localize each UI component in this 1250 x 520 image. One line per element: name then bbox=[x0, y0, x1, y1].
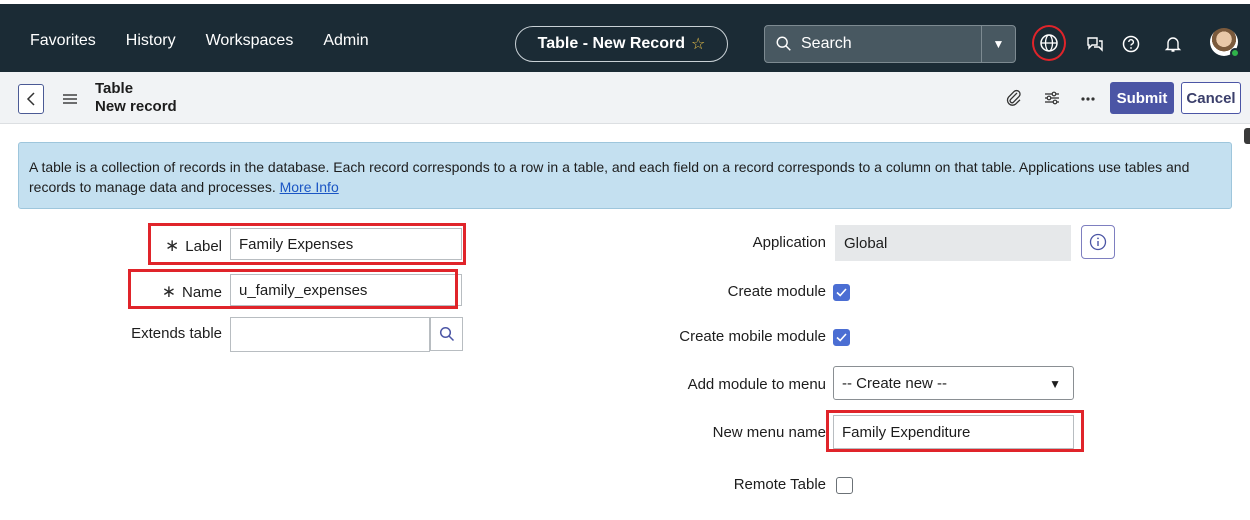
add-module-selected-value: -- Create new -- bbox=[842, 374, 948, 392]
application-label: Application bbox=[752, 234, 826, 251]
create-module-label: Create module bbox=[727, 283, 826, 300]
form-subtitle: New record bbox=[95, 98, 177, 115]
extends-table-label: Extends table bbox=[131, 325, 222, 342]
nav-links: Favorites History Workspaces Admin bbox=[30, 32, 399, 50]
search-label: Search bbox=[801, 35, 852, 52]
search-dropdown-caret-icon[interactable]: ▼ bbox=[981, 26, 1015, 62]
info-text: A table is a collection of records in th… bbox=[29, 159, 1190, 195]
chevron-left-icon bbox=[26, 92, 35, 106]
form-header-bar: Table New record Submit Cancel bbox=[0, 72, 1250, 124]
current-record-pill[interactable]: Table - New Record ☆ bbox=[515, 26, 728, 62]
back-button[interactable] bbox=[18, 84, 44, 114]
magnifier-icon bbox=[439, 326, 454, 342]
scope-globe-button[interactable] bbox=[1032, 25, 1066, 61]
info-circle-icon bbox=[1089, 233, 1107, 251]
remote-table-checkbox[interactable] bbox=[836, 477, 853, 494]
global-search[interactable]: Search ▼ bbox=[764, 25, 1016, 63]
personalize-sliders-icon[interactable] bbox=[1042, 88, 1062, 108]
record-title: Table - New Record bbox=[537, 35, 685, 52]
new-menu-name-label: New menu name bbox=[712, 424, 826, 441]
star-icon[interactable]: ☆ bbox=[691, 34, 705, 54]
form-title: Table bbox=[95, 80, 134, 97]
submit-button[interactable]: Submit bbox=[1110, 82, 1174, 114]
paperclip-attachment-icon[interactable] bbox=[1004, 88, 1024, 108]
top-navigation-bar: Favorites History Workspaces Admin Table… bbox=[0, 0, 1250, 72]
application-readonly-field: Global bbox=[835, 225, 1071, 261]
help-icon[interactable] bbox=[1121, 34, 1141, 54]
scrollbar-thumb[interactable] bbox=[1244, 128, 1250, 144]
more-info-link[interactable]: More Info bbox=[280, 179, 339, 195]
nav-admin[interactable]: Admin bbox=[323, 32, 368, 50]
checkmark-icon bbox=[836, 288, 847, 297]
hamburger-menu-icon[interactable] bbox=[62, 92, 78, 106]
nav-workspaces[interactable]: Workspaces bbox=[206, 32, 294, 50]
extends-table-lookup-button[interactable] bbox=[430, 317, 463, 351]
globe-icon bbox=[1040, 34, 1058, 52]
add-module-to-menu-label: Add module to menu bbox=[687, 376, 826, 393]
search-icon bbox=[776, 36, 791, 51]
create-mobile-module-checkbox[interactable] bbox=[833, 329, 850, 346]
remote-table-label: Remote Table bbox=[733, 476, 826, 493]
highlight-box-new-menu-name bbox=[826, 410, 1084, 452]
highlight-box-name bbox=[128, 269, 458, 309]
chat-icon[interactable] bbox=[1085, 34, 1105, 54]
nav-favorites[interactable]: Favorites bbox=[30, 32, 96, 50]
checkmark-icon bbox=[836, 333, 847, 342]
more-options-ellipsis-icon[interactable] bbox=[1078, 88, 1098, 108]
application-info-button[interactable] bbox=[1081, 225, 1115, 259]
create-module-checkbox[interactable] bbox=[833, 284, 850, 301]
info-banner: A table is a collection of records in th… bbox=[18, 142, 1232, 209]
cancel-button[interactable]: Cancel bbox=[1181, 82, 1241, 114]
dropdown-caret-icon: ▼ bbox=[1049, 377, 1061, 391]
online-status-dot bbox=[1230, 48, 1240, 58]
add-module-to-menu-select[interactable]: -- Create new -- ▼ bbox=[833, 366, 1074, 400]
extends-table-input[interactable] bbox=[230, 317, 430, 352]
notifications-bell-icon[interactable] bbox=[1163, 34, 1183, 54]
highlight-box-label bbox=[148, 223, 466, 265]
nav-history[interactable]: History bbox=[126, 32, 176, 50]
user-avatar[interactable] bbox=[1210, 28, 1240, 58]
create-mobile-module-label: Create mobile module bbox=[679, 328, 826, 345]
